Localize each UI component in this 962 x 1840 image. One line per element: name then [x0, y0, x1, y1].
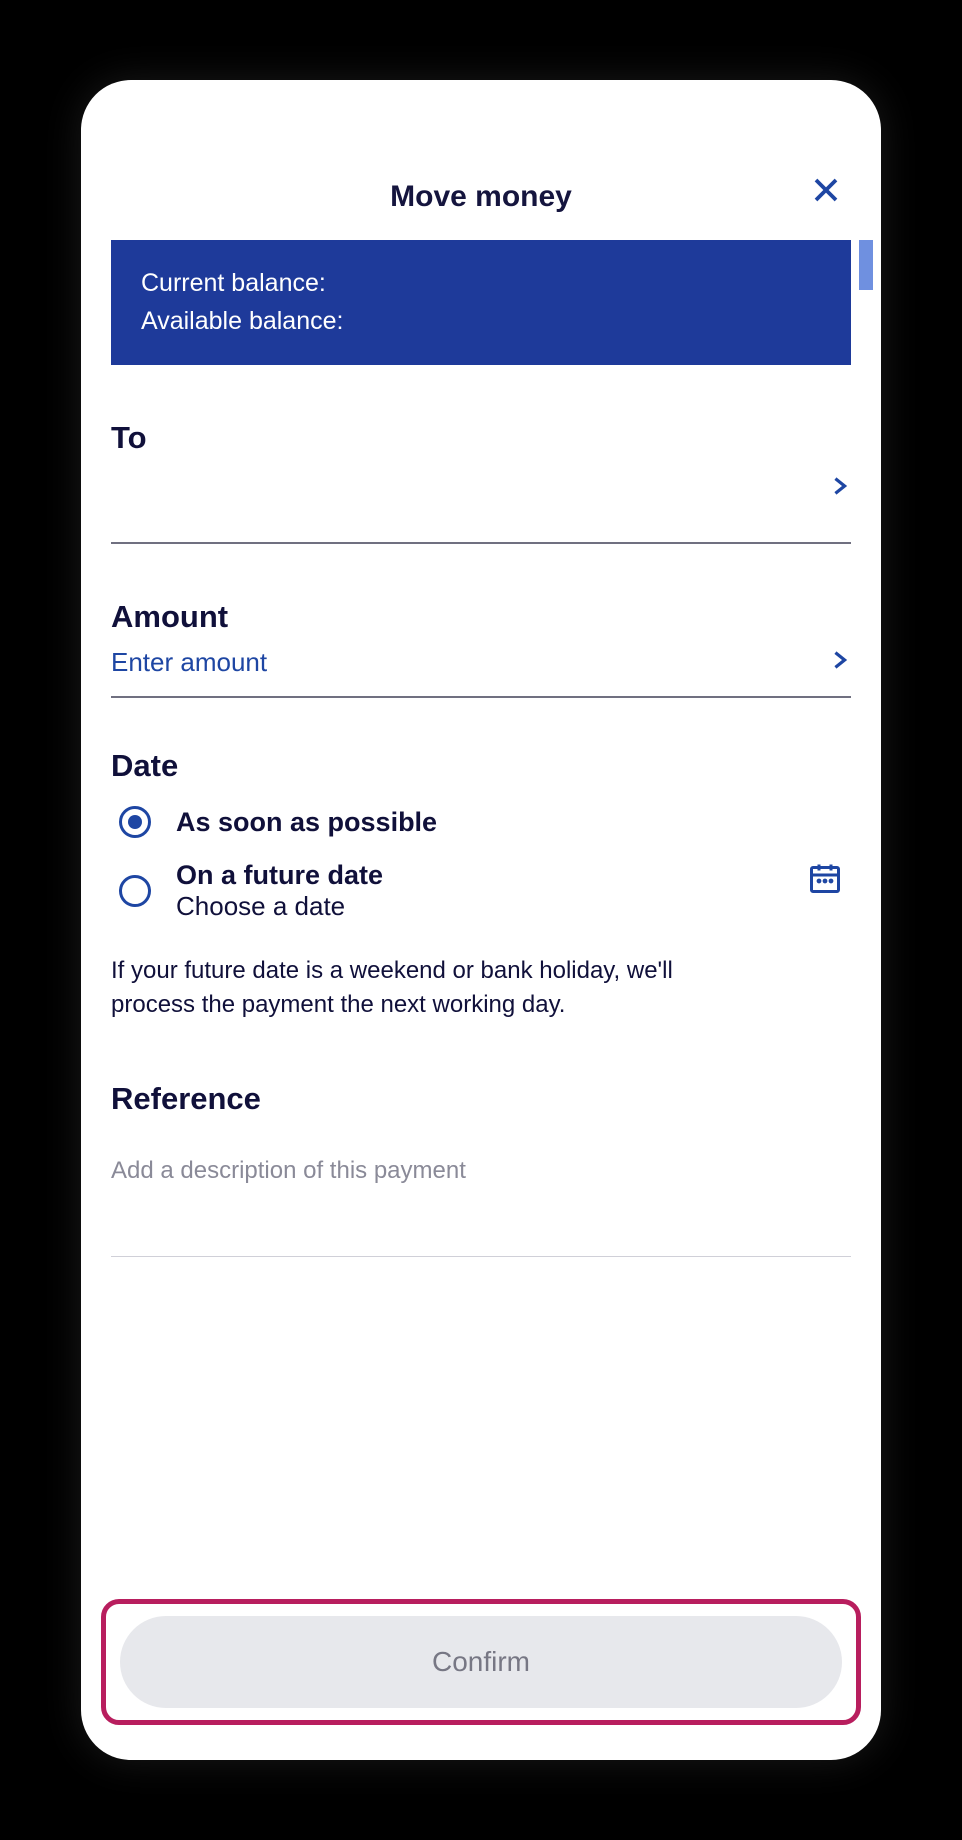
reference-placeholder: Add a description of this payment: [111, 1157, 851, 1185]
page-title: Move money: [111, 180, 851, 214]
confirm-highlight-box: Confirm: [101, 1599, 861, 1725]
confirm-button[interactable]: Confirm: [120, 1616, 842, 1708]
amount-label: Amount: [111, 599, 851, 635]
date-section: Date As soon as possible On a future dat…: [81, 748, 881, 1021]
radio-button-icon: [119, 875, 151, 907]
amount-section: Amount Enter amount: [81, 599, 881, 698]
chevron-right-icon: [829, 469, 851, 508]
amount-row[interactable]: Enter amount: [111, 643, 851, 698]
radio-future-label: On a future date: [176, 860, 383, 891]
current-balance-label: Current balance:: [141, 265, 821, 303]
header: Move money: [81, 80, 881, 234]
available-balance-label: Available balance:: [141, 303, 821, 341]
radio-asap[interactable]: As soon as possible: [119, 806, 851, 838]
reference-input[interactable]: Add a description of this payment: [111, 1157, 851, 1257]
radio-future-date[interactable]: On a future date Choose a date: [119, 860, 383, 922]
radio-button-icon: [119, 806, 151, 838]
reference-label: Reference: [111, 1081, 851, 1117]
radio-future-sub: Choose a date: [176, 891, 383, 922]
calendar-icon[interactable]: [807, 860, 843, 901]
amount-placeholder: Enter amount: [111, 647, 267, 678]
date-label: Date: [111, 748, 851, 784]
reference-section: Reference Add a description of this paym…: [81, 1081, 881, 1257]
radio-selected-dot: [128, 815, 142, 829]
to-section: To: [81, 420, 881, 544]
date-note: If your future date is a weekend or bank…: [111, 954, 731, 1021]
to-label: To: [111, 420, 851, 456]
close-icon[interactable]: [811, 175, 841, 210]
app-screen: Move money Current balance: Available ba…: [81, 80, 881, 1760]
chevron-right-icon: [829, 643, 851, 682]
balance-card: Current balance: Available balance:: [111, 240, 851, 365]
radio-asap-label: As soon as possible: [176, 807, 437, 838]
to-select-row[interactable]: [111, 464, 851, 544]
